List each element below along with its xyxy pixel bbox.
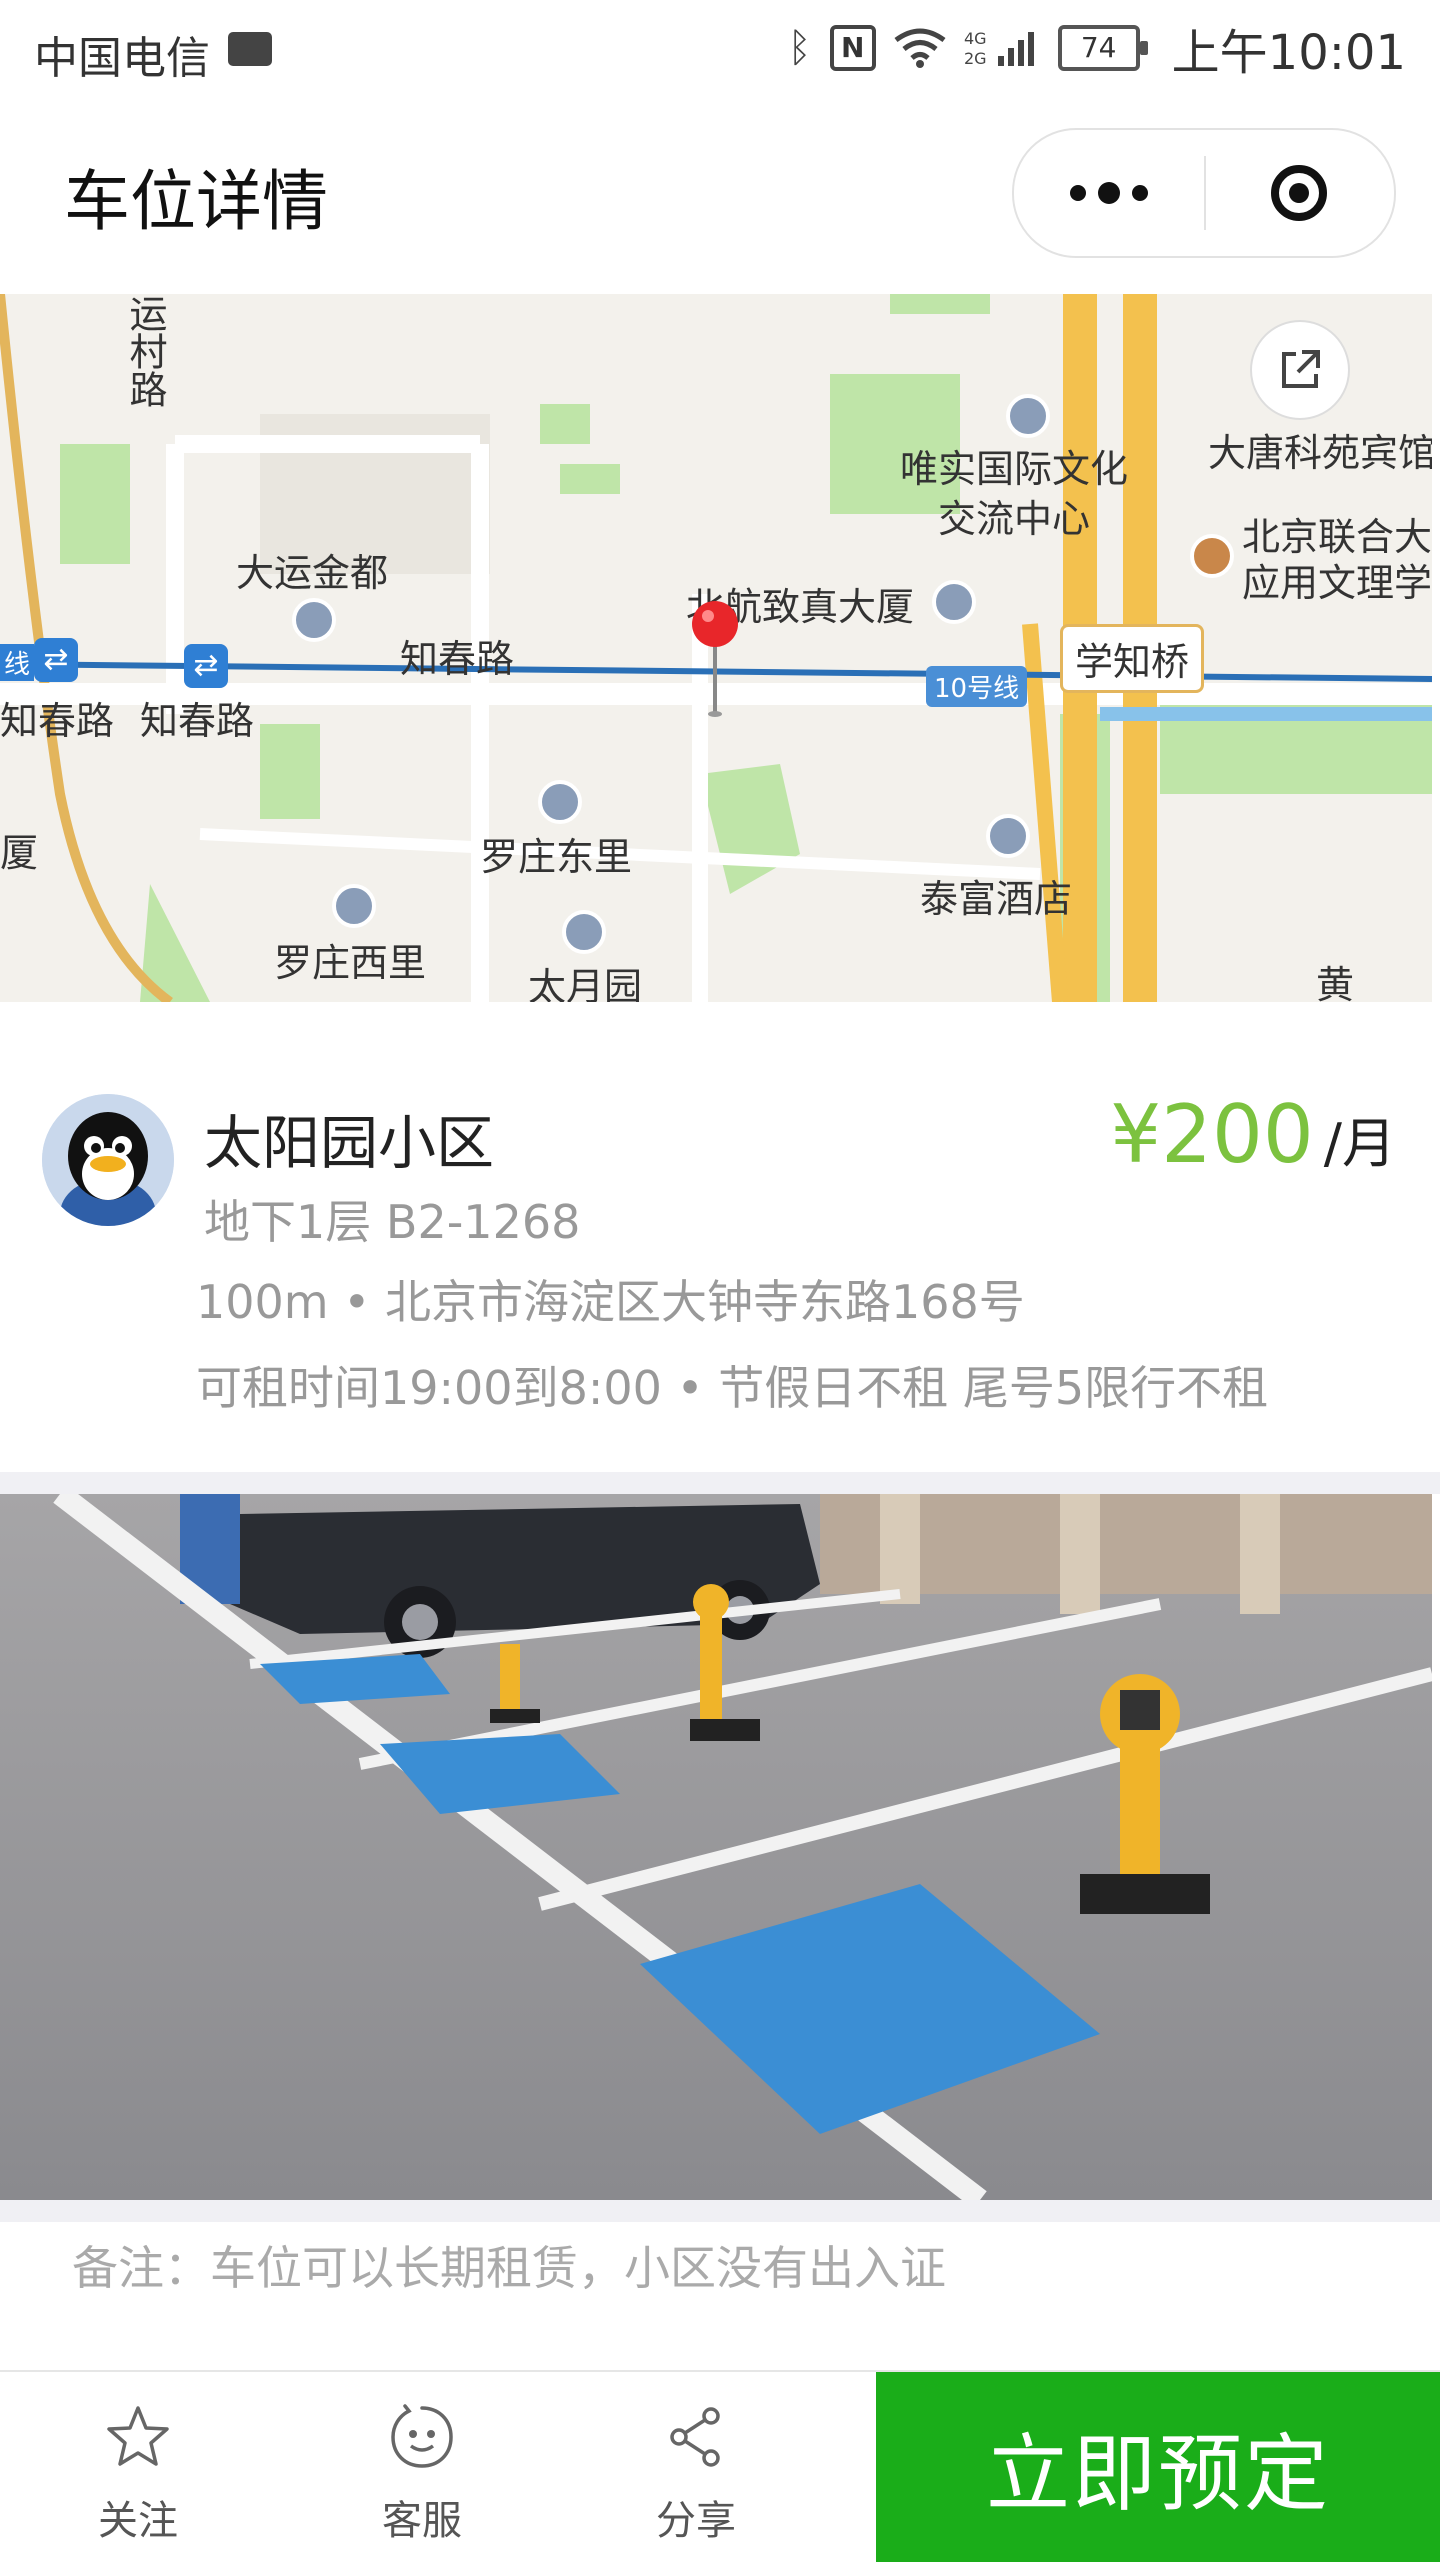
- map-share-button[interactable]: [1250, 320, 1350, 420]
- star-icon: [107, 2406, 169, 2466]
- map-label-yuncun-road: 运村路: [123, 294, 167, 408]
- building-icon: [932, 580, 976, 624]
- map-label-taiyue-garden: 太月园: [528, 965, 643, 1002]
- location-pin-icon: [692, 601, 738, 717]
- smiley-chat-icon: [391, 2404, 453, 2468]
- map-label-taifu-hotel: 泰富酒店: [920, 877, 1073, 921]
- map[interactable]: 运村路 大运金都 唯实国际文化 交流中心 大唐科苑宾馆 北京联合大学 应用文理学…: [0, 294, 1432, 1002]
- book-now-button[interactable]: 立即预定: [876, 2372, 1440, 2562]
- briefcase-icon: [228, 32, 272, 66]
- remark-text: 备注：车位可以长期租赁，小区没有出入证: [72, 2241, 946, 2295]
- home-icon: [562, 910, 606, 954]
- section-divider: [0, 1472, 1440, 1494]
- lot-rent-time: 可租时间19:00到8:00 • 节假日不租 尾号5限行不租: [196, 1361, 1269, 1415]
- school-icon: [1190, 534, 1234, 578]
- parking-info-card: 太阳园小区 地下1层 B2-1268 100m • 北京市海淀区大钟寺东路168…: [0, 1002, 1440, 1472]
- carrier-label: 中国电信: [34, 33, 210, 84]
- map-label-luozhuang-west: 罗庄西里: [274, 941, 427, 985]
- service-label: 客服: [382, 2498, 462, 2544]
- map-label-datang-hotel: 大唐科苑宾馆: [1208, 431, 1432, 475]
- map-label-lianhe-univ: 北京联合大学 应用文理学院: [1242, 515, 1432, 605]
- home-icon: [538, 780, 582, 824]
- lot-name: 太阳园小区: [204, 1109, 495, 1177]
- battery-icon: 74: [1057, 25, 1148, 71]
- share-label: 分享: [656, 2498, 736, 2544]
- follow-label: 关注: [98, 2498, 178, 2544]
- share-button[interactable]: 分享: [596, 2372, 796, 2562]
- map-label-line-10: 10号线: [926, 666, 1028, 707]
- building-icon: [292, 598, 336, 642]
- bluetooth-icon: ᛒ: [787, 25, 812, 71]
- map-label-zhichun-station-1: 知春路: [0, 699, 115, 743]
- map-label-luozhuang-east: 罗庄东里: [480, 835, 633, 879]
- nav-bar: 车位详情: [0, 96, 1440, 292]
- map-label-edge-sha: 厦: [0, 831, 39, 875]
- penguin-avatar-icon: [42, 1094, 174, 1226]
- map-label-zhichun-station-2: 知春路: [140, 699, 255, 743]
- close-miniprogram-button[interactable]: [1204, 130, 1394, 256]
- customer-service-button[interactable]: 客服: [322, 2372, 522, 2562]
- building-icon: [986, 814, 1030, 858]
- home-icon: [332, 884, 376, 928]
- svg-text:4G: 4G: [964, 29, 987, 48]
- status-bar: 中国电信 ᛒ N 4G 2G 74 上午10:01: [0, 0, 1440, 96]
- avatar: [42, 1094, 174, 1226]
- section-divider: [0, 2200, 1440, 2222]
- miniprogram-capsule: [1012, 128, 1396, 258]
- bottom-action-bar: 关注 客服 分享 立即预定: [0, 2370, 1440, 2562]
- map-label-xuezhi-bridge: 学知桥: [1060, 624, 1205, 693]
- lot-address: 100m • 北京市海淀区大钟寺东路168号: [196, 1275, 1025, 1329]
- share-icon: [670, 2407, 720, 2467]
- wifi-icon: [894, 28, 946, 68]
- building-icon: [1006, 394, 1050, 438]
- parking-photo-illustration: [0, 1494, 1432, 2200]
- price: ¥200/月: [1110, 1088, 1396, 1181]
- lot-floor: 地下1层 B2-1268: [204, 1195, 581, 1249]
- parking-space-photo: [0, 1494, 1432, 2200]
- metro-icon: ⇄: [34, 638, 78, 682]
- signal-icon: 4G 2G: [964, 29, 1034, 68]
- map-label-line-edge: 线: [0, 644, 35, 681]
- target-icon: [1271, 165, 1327, 221]
- price-value: ¥200: [1110, 1088, 1314, 1181]
- page-title: 车位详情: [64, 163, 328, 240]
- more-dots-icon: [1070, 185, 1086, 201]
- clock: 上午10:01: [1171, 25, 1406, 81]
- map-label-zhichun-road: 知春路: [400, 637, 515, 681]
- external-link-icon: [1282, 350, 1320, 388]
- svg-text:2G: 2G: [964, 49, 987, 68]
- map-label-dayun-jindu: 大运金都: [236, 551, 389, 595]
- more-button[interactable]: [1014, 130, 1204, 256]
- follow-button[interactable]: 关注: [38, 2372, 238, 2562]
- map-label-edge-huang: 黄: [1316, 963, 1355, 1002]
- price-unit: /月: [1323, 1112, 1396, 1175]
- map-label-weishi-center: 唯实国际文化 交流中心: [900, 447, 1129, 541]
- nfc-icon: N: [829, 25, 876, 71]
- metro-icon: ⇄: [184, 644, 228, 688]
